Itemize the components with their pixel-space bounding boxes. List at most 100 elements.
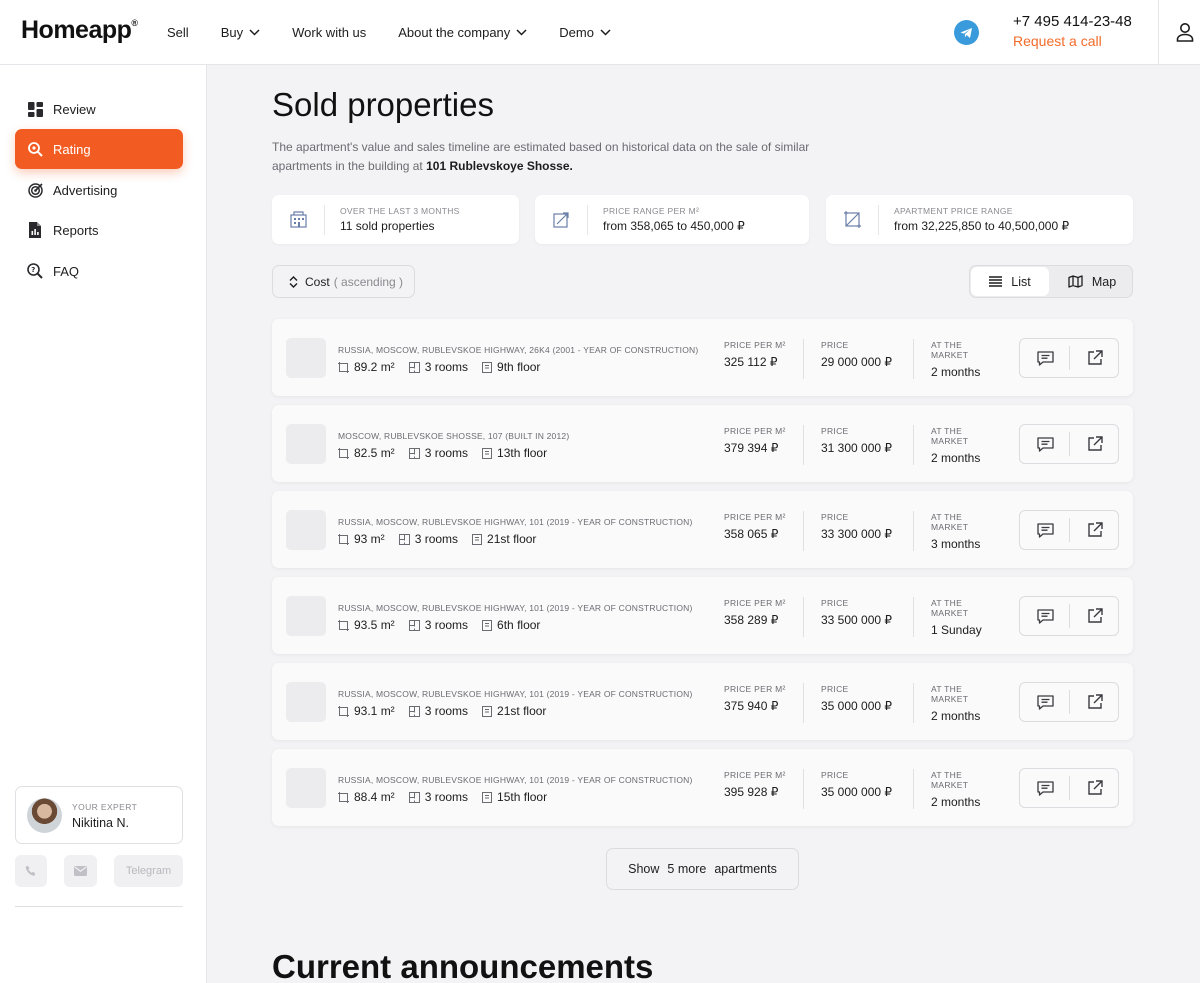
property-specs: 82.5 m² 3 rooms 13th floor [338,446,561,460]
stat-label: APARTMENT PRICE RANGE [894,206,1013,216]
open-listing-button[interactable] [1070,339,1120,377]
property-specs: 93.5 m² 3 rooms 6th floor [338,618,554,632]
spec-rooms: 3 rooms [408,446,468,460]
spec-floor: 13th floor [482,446,547,460]
price-per-m2-label: PRICE PER M² [724,684,786,694]
chevron-down-icon [516,28,527,36]
row-actions [1019,596,1119,636]
comment-button[interactable] [1020,339,1070,377]
open-listing-button[interactable] [1070,683,1120,721]
property-thumbnail[interactable] [286,510,326,550]
telegram-button[interactable] [954,20,979,45]
telegram-expert-button[interactable]: Telegram [114,855,183,887]
spec-floor-value: 21st floor [497,704,547,718]
nav-about[interactable]: About the company [398,25,527,40]
rooms-icon [408,791,420,803]
property-row[interactable]: RUSSIA, MOSCOW, RUBLEVSKOE HIGHWAY, 101 … [272,577,1133,654]
open-listing-button[interactable] [1070,769,1120,807]
sidebar-item-label: Advertising [53,182,118,198]
property-row[interactable]: RUSSIA, MOSCOW, RUBLEVSKOE HIGHWAY, 26K4… [272,319,1133,396]
price-label: PRICE [821,598,849,608]
spec-floor: 15th floor [482,790,547,804]
sort-button[interactable]: Cost ( ascending ) [272,265,415,298]
property-thumbnail[interactable] [286,424,326,464]
user-button[interactable] [1174,21,1196,43]
email-expert-button[interactable] [64,855,97,887]
call-expert-button[interactable] [15,855,47,887]
view-list-button[interactable]: List [971,267,1049,296]
nav-work-with-us[interactable]: Work with us [292,25,366,40]
property-specs: 93 m² 3 rooms 21st floor [338,532,550,546]
area-icon [338,361,349,373]
property-row[interactable]: RUSSIA, MOSCOW, RUBLEVSKOE HIGHWAY, 101 … [272,491,1133,568]
property-thumbnail[interactable] [286,768,326,808]
column-divider [913,339,914,379]
spec-floor-value: 15th floor [497,790,548,804]
view-map-button[interactable]: Map [1052,267,1132,296]
open-listing-button[interactable] [1070,425,1120,463]
sidebar-item-advertising[interactable]: Advertising [15,170,183,210]
sidebar-item-reports[interactable]: Reports [15,210,183,250]
property-thumbnail[interactable] [286,682,326,722]
open-listing-button[interactable] [1070,597,1120,635]
comment-button[interactable] [1020,511,1070,549]
expert-name: Nikitina N. [72,816,129,830]
column-divider [803,597,804,637]
external-link-icon [1088,780,1103,795]
at-market-value: 2 months [931,709,981,723]
request-call-link[interactable]: Request a call [1013,33,1102,49]
price-value: 29 000 000 ₽ [821,355,893,369]
comment-button[interactable] [1020,683,1070,721]
external-link-icon [1088,436,1103,451]
logo[interactable]: Homeapp® [21,16,138,45]
sidebar-item-review[interactable]: Review [15,89,183,129]
show-more-button[interactable]: Show 5 more apartments [606,848,799,890]
sidebar-item-rating[interactable]: Rating [15,129,183,169]
phone-number[interactable]: +7 495 414-23-48 [1013,13,1132,30]
view-toggle: List Map [969,265,1133,298]
expert-card[interactable]: YOUR EXPERT Nikitina N. [15,786,183,844]
external-link-icon [1088,608,1103,623]
show-more-count: 5 more [667,862,707,876]
area-price-icon [553,212,569,228]
property-row[interactable]: MOSCOW, RUBLEVSKOE SHOSSE, 107 (BUILT IN… [272,405,1133,482]
spec-floor-value: 9th floor [497,360,541,374]
property-row[interactable]: RUSSIA, MOSCOW, RUBLEVSKOE HIGHWAY, 101 … [272,663,1133,740]
telegram-icon [960,27,972,38]
stat-value: from 32,225,850 to 40,500,000 ₽ [894,219,1070,233]
sidebar-item-faq[interactable]: ? FAQ [15,251,183,291]
sidebar-item-label: Review [53,101,96,117]
at-market-label: AT THE MARKET [931,684,969,704]
stat-divider [878,205,879,235]
comment-button[interactable] [1020,425,1070,463]
price-label: PRICE [821,426,849,436]
at-market-label: AT THE MARKET [931,340,969,360]
spec-rooms-value: 3 rooms [424,360,469,374]
chevron-down-icon [249,28,260,36]
sidebar-divider [15,906,183,907]
at-market-label: AT THE MARKET [931,512,969,532]
price-per-m2-value: 395 928 ₽ [724,785,779,799]
column-divider [913,683,914,723]
chat-icon [1036,522,1054,538]
faq-icon: ? [27,263,43,279]
price-per-m2-label: PRICE PER M² [724,340,786,350]
comment-button[interactable] [1020,597,1070,635]
spec-rooms: 3 rooms [408,360,469,374]
open-listing-button[interactable] [1070,511,1120,549]
area-icon [338,533,349,545]
property-row[interactable]: RUSSIA, MOSCOW, RUBLEVSKOE HIGHWAY, 101 … [272,749,1133,826]
nav-buy[interactable]: Buy [221,25,260,40]
property-specs: 88.4 m² 3 rooms 15th floor [338,790,561,804]
stat-value: 11 sold properties [340,219,435,233]
property-thumbnail[interactable] [286,338,326,378]
property-thumbnail[interactable] [286,596,326,636]
spec-floor-value: 13th floor [497,446,548,460]
chat-icon [1036,436,1054,452]
nav-demo[interactable]: Demo [559,25,611,40]
nav-sell[interactable]: Sell [167,25,189,40]
page-description: The apartment's value and sales timeline… [272,140,810,173]
comment-button[interactable] [1020,769,1070,807]
price-per-m2-value: 358 065 ₽ [724,527,779,541]
area-icon [338,705,349,717]
